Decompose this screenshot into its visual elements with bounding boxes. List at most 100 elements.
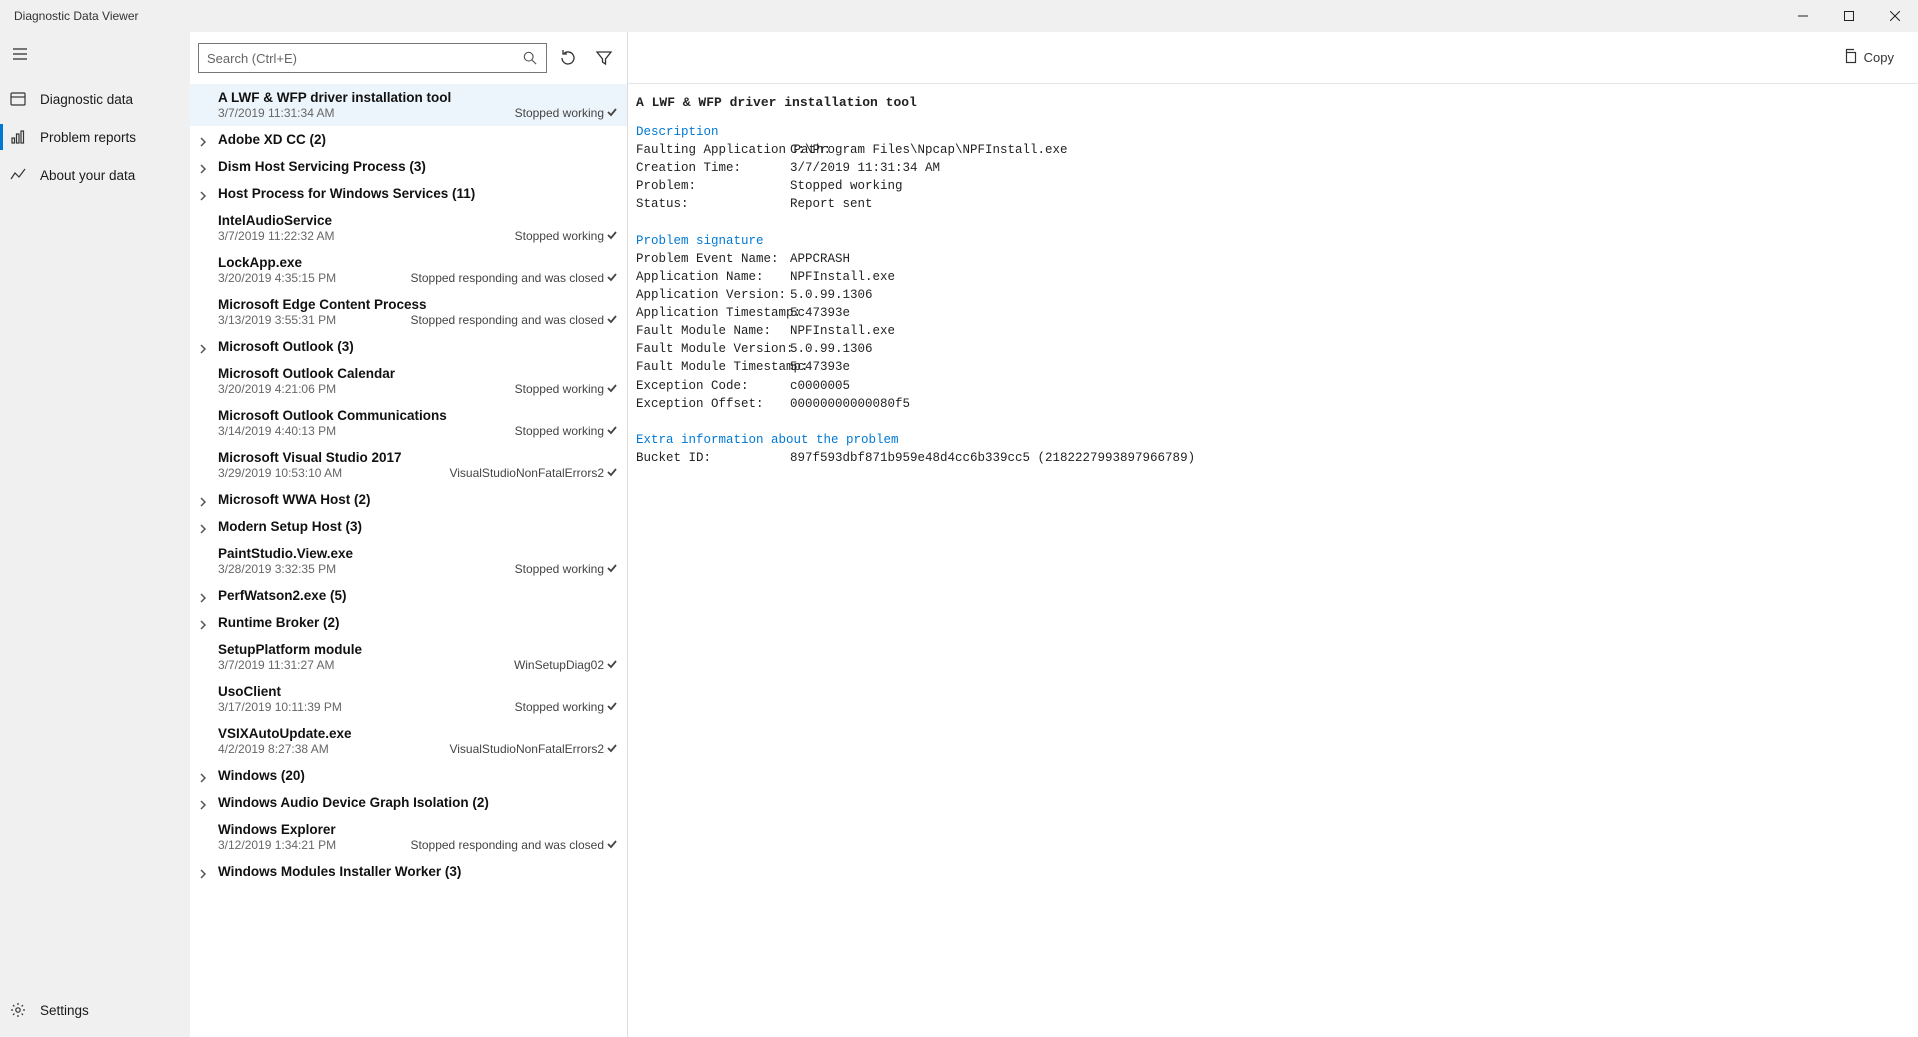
list-item[interactable]: IntelAudioService3/7/2019 11:22:32 AMSto…	[190, 207, 627, 249]
list-item[interactable]: VSIXAutoUpdate.exe4/2/2019 8:27:38 AMVis…	[190, 720, 627, 762]
check-icon	[607, 229, 617, 243]
detail-key: Fault Module Version:	[636, 340, 790, 358]
detail-row: Fault Module Timestamp:5c47393e	[636, 358, 1918, 376]
detail-row: Application Version:5.0.99.1306	[636, 286, 1918, 304]
check-icon	[607, 271, 617, 285]
check-icon	[607, 562, 617, 576]
gear-icon	[10, 1002, 26, 1018]
list-group[interactable]: PerfWatson2.exe (5)	[190, 582, 627, 609]
group-title: Windows Audio Device Graph Isolation (2)	[218, 795, 617, 810]
item-timestamp: 3/17/2019 10:11:39 PM	[218, 700, 342, 714]
sidebar-item-about-your-data[interactable]: About your data	[0, 156, 190, 194]
item-title: PaintStudio.View.exe	[218, 546, 617, 561]
search-box[interactable]	[198, 43, 547, 73]
detail-value: NPFInstall.exe	[790, 324, 895, 338]
group-title: Microsoft Outlook (3)	[218, 339, 617, 354]
chevron-right-icon	[198, 798, 210, 810]
item-timestamp: 3/14/2019 4:40:13 PM	[218, 424, 336, 438]
detail-value: C:\Program Files\Npcap\NPFInstall.exe	[790, 143, 1068, 157]
list-item[interactable]: SetupPlatform module3/7/2019 11:31:27 AM…	[190, 636, 627, 678]
filter-button[interactable]	[589, 43, 619, 73]
detail-heading: Description	[636, 125, 719, 139]
item-title: A LWF & WFP driver installation tool	[218, 90, 617, 105]
list-group[interactable]: Windows (20)	[190, 762, 627, 789]
list-group[interactable]: Modern Setup Host (3)	[190, 513, 627, 540]
item-timestamp: 3/7/2019 11:31:34 AM	[218, 106, 335, 120]
minimize-button[interactable]	[1780, 0, 1826, 32]
list-item[interactable]: Windows Explorer3/12/2019 1:34:21 PMStop…	[190, 816, 627, 858]
detail-body: A LWF & WFP driver installation toolDesc…	[628, 84, 1918, 1037]
item-status: Stopped responding and was closed	[411, 838, 617, 852]
chevron-right-icon	[198, 135, 210, 147]
maximize-button[interactable]	[1826, 0, 1872, 32]
list-group[interactable]: Windows Modules Installer Worker (3)	[190, 858, 627, 885]
detail-row: Problem:Stopped working	[636, 177, 1918, 195]
close-button[interactable]	[1872, 0, 1918, 32]
item-timestamp: 3/29/2019 10:53:10 AM	[218, 466, 342, 480]
list-group[interactable]: Runtime Broker (2)	[190, 609, 627, 636]
list-group[interactable]: Dism Host Servicing Process (3)	[190, 153, 627, 180]
item-title: Microsoft Visual Studio 2017	[218, 450, 617, 465]
item-timestamp: 3/7/2019 11:22:32 AM	[218, 229, 335, 243]
check-icon	[607, 313, 617, 327]
search-icon	[522, 51, 538, 65]
detail-row: Exception Offset:00000000000080f5	[636, 395, 1918, 413]
list-item[interactable]: Microsoft Visual Studio 20173/29/2019 10…	[190, 444, 627, 486]
item-timestamp: 3/13/2019 3:55:31 PM	[218, 313, 336, 327]
sidebar-item-label: About your data	[40, 168, 135, 183]
chevron-right-icon	[198, 591, 210, 603]
group-title: Modern Setup Host (3)	[218, 519, 617, 534]
detail-key: Faulting Application Path:	[636, 141, 790, 159]
list-group[interactable]: Microsoft WWA Host (2)	[190, 486, 627, 513]
check-icon	[607, 742, 617, 756]
sidebar-item-label: Settings	[40, 1003, 89, 1018]
list-item[interactable]: LockApp.exe3/20/2019 4:35:15 PMStopped r…	[190, 249, 627, 291]
item-title: LockApp.exe	[218, 255, 617, 270]
copy-button[interactable]: Copy	[1836, 44, 1900, 71]
list-group[interactable]: Microsoft Outlook (3)	[190, 333, 627, 360]
chevron-right-icon	[198, 771, 210, 783]
item-timestamp: 4/2/2019 8:27:38 AM	[218, 742, 329, 756]
sidebar: Diagnostic data Problem reports About yo…	[0, 32, 190, 1037]
group-title: Windows (20)	[218, 768, 617, 783]
group-title: Microsoft WWA Host (2)	[218, 492, 617, 507]
sidebar-item-settings[interactable]: Settings	[0, 991, 190, 1029]
detail-value: 00000000000080f5	[790, 397, 910, 411]
detail-value: 897f593dbf871b959e48d4cc6b339cc5 (218222…	[790, 451, 1195, 465]
detail-row: Creation Time:3/7/2019 11:31:34 AM	[636, 159, 1918, 177]
hamburger-button[interactable]	[0, 34, 40, 74]
list-item[interactable]: Microsoft Outlook Communications3/14/201…	[190, 402, 627, 444]
list-item[interactable]: Microsoft Edge Content Process3/13/2019 …	[190, 291, 627, 333]
list-item[interactable]: PaintStudio.View.exe3/28/2019 3:32:35 PM…	[190, 540, 627, 582]
detail-key: Problem Event Name:	[636, 250, 790, 268]
list-group[interactable]: Host Process for Windows Services (11)	[190, 180, 627, 207]
list-item[interactable]: Microsoft Outlook Calendar3/20/2019 4:21…	[190, 360, 627, 402]
copy-label: Copy	[1864, 50, 1894, 65]
sidebar-item-diagnostic-data[interactable]: Diagnostic data	[0, 80, 190, 118]
detail-value: 5c47393e	[790, 306, 850, 320]
item-status: Stopped responding and was closed	[411, 271, 617, 285]
list-group[interactable]: Adobe XD CC (2)	[190, 126, 627, 153]
item-status: Stopped working	[515, 382, 617, 396]
sidebar-item-problem-reports[interactable]: Problem reports	[0, 118, 190, 156]
chevron-right-icon	[198, 342, 210, 354]
detail-row: Problem Event Name:APPCRASH	[636, 250, 1918, 268]
item-status: Stopped working	[515, 700, 617, 714]
item-timestamp: 3/28/2019 3:32:35 PM	[218, 562, 336, 576]
detail-value: NPFInstall.exe	[790, 270, 895, 284]
report-list[interactable]: A LWF & WFP driver installation tool3/7/…	[190, 84, 627, 1037]
item-timestamp: 3/20/2019 4:21:06 PM	[218, 382, 336, 396]
detail-row: Fault Module Version:5.0.99.1306	[636, 340, 1918, 358]
list-item[interactable]: A LWF & WFP driver installation tool3/7/…	[190, 84, 627, 126]
search-input[interactable]	[207, 51, 522, 66]
detail-key: Exception Code:	[636, 377, 790, 395]
list-group[interactable]: Windows Audio Device Graph Isolation (2)	[190, 789, 627, 816]
detail-value: Report sent	[790, 197, 873, 211]
detail-row: Fault Module Name:NPFInstall.exe	[636, 322, 1918, 340]
detail-key: Status:	[636, 195, 790, 213]
refresh-button[interactable]	[553, 43, 583, 73]
detail-value: 5.0.99.1306	[790, 288, 873, 302]
group-title: Dism Host Servicing Process (3)	[218, 159, 617, 174]
list-item[interactable]: UsoClient3/17/2019 10:11:39 PMStopped wo…	[190, 678, 627, 720]
detail-key: Fault Module Timestamp:	[636, 358, 790, 376]
